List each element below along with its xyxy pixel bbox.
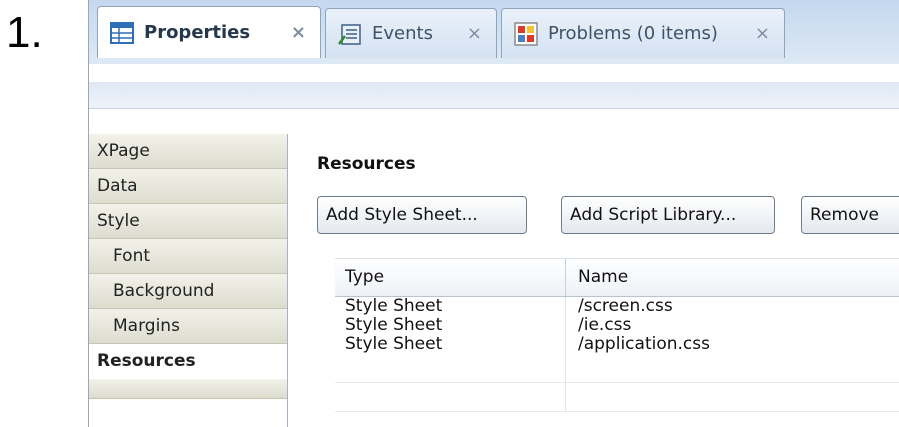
add-style-sheet-button[interactable]: Add Style Sheet... — [317, 196, 527, 234]
cell-type — [335, 383, 566, 411]
properties-grid-icon — [110, 21, 134, 44]
add-script-library-button[interactable]: Add Script Library... — [561, 196, 775, 234]
cell-type — [335, 354, 566, 382]
tab-events[interactable]: Events × — [325, 8, 497, 58]
section-title: Resources — [317, 154, 416, 174]
problems-icon — [514, 21, 538, 46]
table-row[interactable]: Style Sheet /screen.css — [335, 297, 899, 316]
resources-table: Type Name Style Sheet /screen.css Style … — [335, 258, 899, 412]
tab-properties-close-icon[interactable]: × — [291, 22, 306, 43]
column-header-type[interactable]: Type — [335, 259, 566, 296]
sidebar-item-style[interactable]: Style — [89, 204, 287, 239]
tab-problems-close-icon[interactable]: × — [755, 23, 770, 44]
properties-view: Properties × Events × Problems (0 items)… — [88, 0, 899, 427]
table-row-empty[interactable] — [335, 383, 899, 412]
cell-name — [566, 354, 578, 382]
cell-type: Style Sheet — [335, 335, 566, 354]
sidebar-item-resources[interactable]: Resources — [89, 344, 287, 379]
sidebar-item-font[interactable]: Font — [89, 239, 287, 274]
cell-name: /screen.css — [578, 296, 673, 316]
cell-type: Style Sheet — [335, 316, 566, 335]
sidebar-item-next[interactable] — [89, 379, 287, 399]
tab-properties[interactable]: Properties × — [97, 6, 321, 58]
tab-events-label: Events — [372, 23, 433, 44]
column-header-name[interactable]: Name — [566, 259, 628, 296]
tab-problems[interactable]: Problems (0 items) × — [501, 8, 785, 58]
tab-events-close-icon[interactable]: × — [467, 23, 482, 44]
sidebar-item-data[interactable]: Data — [89, 169, 287, 204]
properties-sidebar: XPage Data Style Font Background Margins… — [89, 134, 288, 427]
view-toolbar-strip — [89, 82, 899, 109]
sidebar-item-xpage[interactable]: XPage — [89, 134, 287, 169]
table-header: Type Name — [335, 258, 899, 297]
view-tab-bar: Properties × Events × Problems (0 items)… — [89, 0, 899, 65]
cell-name — [566, 383, 578, 411]
remove-button[interactable]: Remove — [801, 196, 899, 234]
sidebar-item-background[interactable]: Background — [89, 274, 287, 309]
table-row[interactable]: Style Sheet /ie.css — [335, 316, 899, 335]
cell-type: Style Sheet — [335, 297, 566, 316]
table-row-empty[interactable] — [335, 354, 899, 383]
tab-properties-label: Properties — [144, 22, 251, 43]
tab-problems-label: Problems (0 items) — [548, 23, 718, 44]
table-row[interactable]: Style Sheet /application.css — [335, 335, 899, 354]
step-number: 1. — [6, 8, 43, 57]
cell-name: /ie.css — [578, 315, 632, 335]
cell-name: /application.css — [578, 334, 710, 354]
sidebar-item-margins[interactable]: Margins — [89, 309, 287, 344]
events-list-icon — [338, 23, 361, 45]
